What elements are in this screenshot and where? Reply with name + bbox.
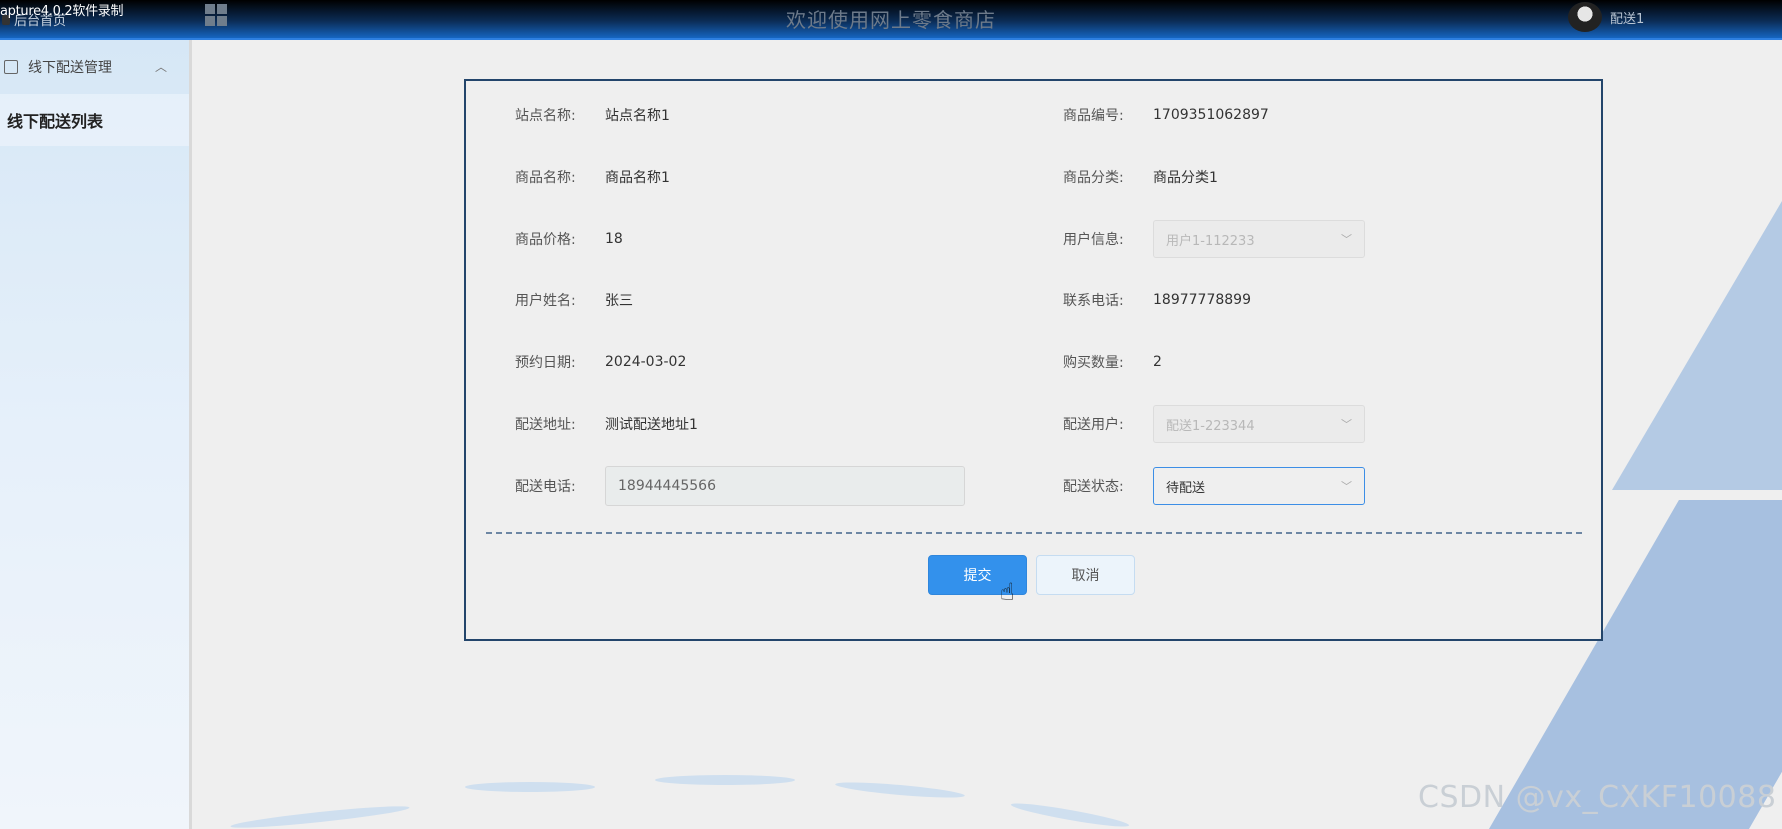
top-bar: 后台首页 apture4.0.2软件录制 欢迎使用网上零食商店 配送1 <box>0 0 1782 40</box>
field-label: 站点名称: <box>515 108 576 124</box>
select-value: 配送1-223344 <box>1166 418 1255 434</box>
background-wave <box>655 775 795 785</box>
field-label: 商品编号: <box>1063 108 1124 124</box>
field-value: 商品分类1 <box>1153 170 1218 186</box>
field-value: 2024-03-02 <box>605 354 687 370</box>
delivery-edit-form: 站点名称: 站点名称1 商品编号: 1709351062897 商品名称: 商品… <box>464 79 1603 641</box>
field-label: 配送状态: <box>1063 479 1124 495</box>
select-value: 用户1-112233 <box>1166 233 1255 249</box>
sidebar-group-label: 线下配送管理 <box>28 60 112 76</box>
delivery-status-select[interactable]: 待配送 ﹀ <box>1153 467 1365 505</box>
field-value: 站点名称1 <box>605 108 670 124</box>
input-value: 18944445566 <box>618 478 716 494</box>
select-value: 待配送 <box>1166 480 1206 496</box>
sidebar-item-label: 线下配送列表 <box>7 112 104 131</box>
field-label: 用户姓名: <box>515 293 576 309</box>
chevron-down-icon: ﹀ <box>1341 480 1352 493</box>
field-label: 商品名称: <box>515 170 576 186</box>
sidebar-group-offline-delivery[interactable]: 线下配送管理 ︿ <box>0 40 189 94</box>
hand-cursor-icon: ☝ <box>1000 578 1015 606</box>
field-quantity: 购买数量: 2 <box>1063 343 1162 381</box>
field-label: 配送地址: <box>515 417 576 433</box>
chevron-down-icon: ﹀ <box>1341 418 1352 431</box>
field-delivery-status: 配送状态: 待配送 ﹀ <box>1063 467 1365 505</box>
field-label: 联系电话: <box>1063 293 1124 309</box>
background-wave <box>1010 799 1130 829</box>
user-name: 配送1 <box>1610 11 1645 27</box>
field-value: 18 <box>605 231 623 247</box>
field-user-name: 用户姓名: 张三 <box>515 281 633 319</box>
background-wave <box>834 779 966 801</box>
field-user-info: 用户信息: 用户1-112233 ﹀ <box>1063 220 1365 258</box>
field-label: 配送用户: <box>1063 417 1124 433</box>
field-product-category: 商品分类: 商品分类1 <box>1063 158 1218 196</box>
field-contact-phone: 联系电话: 18977778899 <box>1063 281 1251 319</box>
document-icon <box>4 60 18 74</box>
background-wave <box>229 802 411 829</box>
field-delivery-phone: 配送电话: 18944445566 <box>515 466 965 506</box>
footer-watermark: CSDN @vx_CXKF10088 <box>1418 780 1777 815</box>
field-label: 商品价格: <box>515 232 576 248</box>
field-label: 商品分类: <box>1063 170 1124 186</box>
field-product-price: 商品价格: 18 <box>515 220 623 258</box>
field-product-no: 商品编号: 1709351062897 <box>1063 96 1269 134</box>
field-value: 测试配送地址1 <box>605 417 698 433</box>
user-info-select[interactable]: 用户1-112233 ﹀ <box>1153 220 1365 258</box>
field-value: 18977778899 <box>1153 292 1251 308</box>
site-title: 欢迎使用网上零食商店 <box>786 8 996 32</box>
sidebar: 线下配送管理 ︿ 线下配送列表 <box>0 40 192 829</box>
delivery-phone-input[interactable]: 18944445566 <box>605 466 965 506</box>
background-wave <box>465 782 595 792</box>
chevron-up-icon: ︿ <box>154 60 167 74</box>
field-value: 2 <box>1153 354 1162 370</box>
form-divider <box>486 532 1582 534</box>
field-reserve-date: 预约日期: 2024-03-02 <box>515 343 686 381</box>
field-product-name: 商品名称: 商品名称1 <box>515 158 670 196</box>
field-label: 配送电话: <box>515 479 576 495</box>
cancel-button[interactable]: 取消 <box>1036 555 1135 595</box>
field-value: 商品名称1 <box>605 170 670 186</box>
field-label: 预约日期: <box>515 355 576 371</box>
sidebar-item-delivery-list[interactable]: 线下配送列表 <box>0 94 189 146</box>
field-value: 张三 <box>605 293 633 309</box>
avatar <box>1568 2 1602 32</box>
page: 后台首页 apture4.0.2软件录制 欢迎使用网上零食商店 配送1 线下配送… <box>0 0 1782 829</box>
field-value: 1709351062897 <box>1153 107 1269 123</box>
field-label: 用户信息: <box>1063 232 1124 248</box>
user-menu[interactable]: 配送1 <box>1568 2 1644 32</box>
field-delivery-user: 配送用户: 配送1-223344 ﹀ <box>1063 405 1365 443</box>
field-station-name: 站点名称: 站点名称1 <box>515 96 670 134</box>
field-delivery-address: 配送地址: 测试配送地址1 <box>515 405 698 443</box>
chevron-down-icon: ﹀ <box>1341 233 1352 246</box>
delivery-user-select[interactable]: 配送1-223344 ﹀ <box>1153 405 1365 443</box>
background-shape <box>1612 150 1782 490</box>
field-label: 购买数量: <box>1063 355 1124 371</box>
